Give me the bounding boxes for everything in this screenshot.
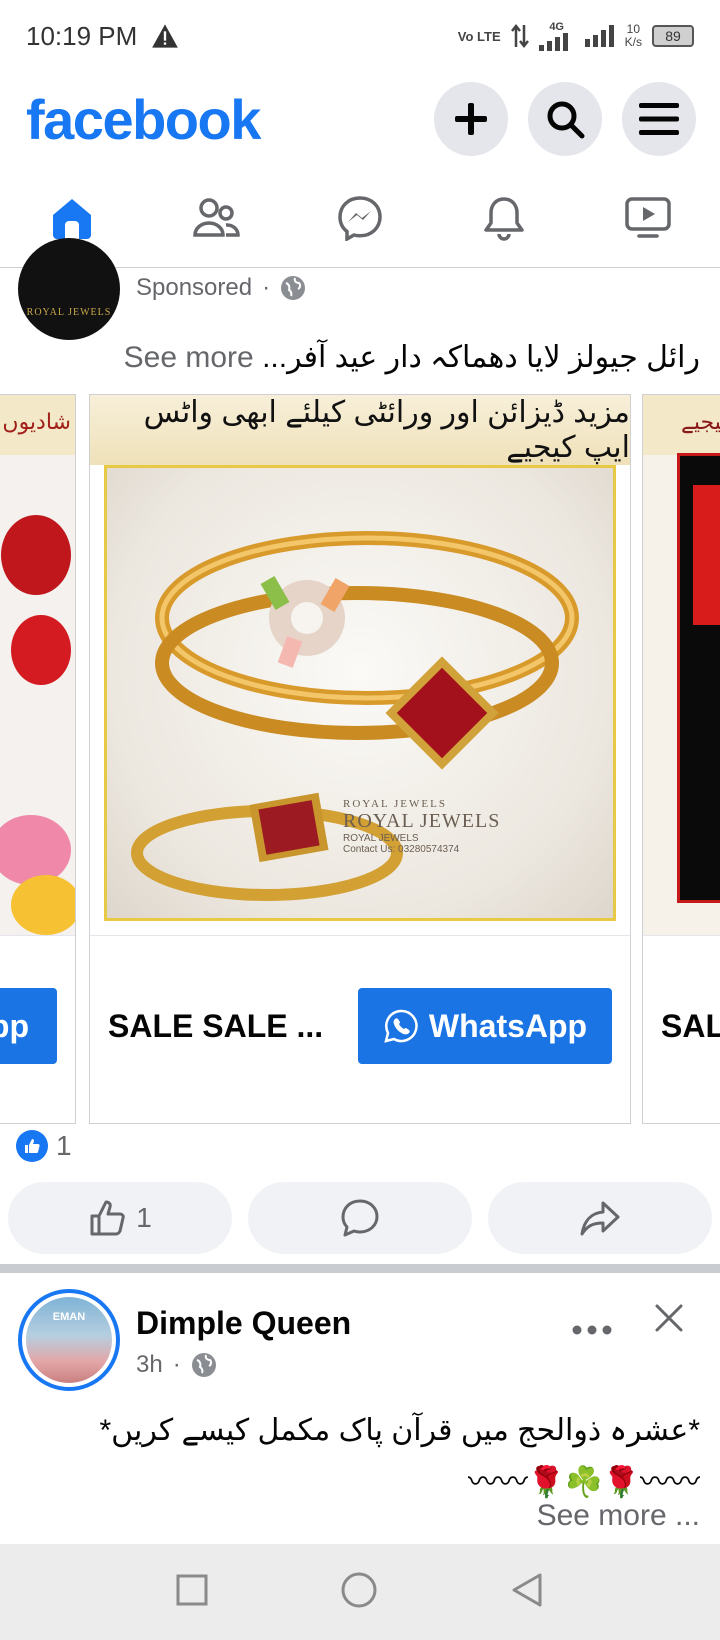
comment-icon	[341, 1199, 379, 1237]
globe-icon	[191, 1353, 216, 1377]
post-text: رائل جیولز لایا دھماکہ دار عید آفر... Se…	[123, 341, 700, 374]
flower-decoration	[1, 515, 71, 595]
messenger-icon	[338, 195, 382, 241]
data-arrows-icon	[510, 23, 529, 49]
emoji-line: 〰〰🌹☘️🌹〰〰	[467, 1466, 700, 1499]
jewelry-photo: ROYAL JEWELS ROYAL JEWELS ROYAL JEWELS C…	[104, 465, 616, 921]
close-icon	[655, 1304, 683, 1332]
watermark: ROYAL JEWELS ROYAL JEWELS ROYAL JEWELS C…	[343, 798, 501, 855]
post-separator	[0, 1264, 720, 1273]
like-reaction-icon	[16, 1130, 48, 1162]
carousel-card-main[interactable]: مزید ڈیزائن اور ورائٹی کیلئے ابھی واٹس ا…	[89, 394, 631, 1124]
card-title-next: SAL	[661, 1008, 720, 1044]
author-avatar[interactable]: EMAN	[18, 1289, 120, 1391]
home-icon	[53, 198, 91, 239]
signal-icon-2	[584, 25, 614, 47]
status-bar: 10:19 PM Vo LTE 4G 10 K/s 89	[0, 0, 720, 72]
bell-icon	[484, 196, 524, 241]
page-avatar[interactable]: ROYAL JEWELS	[18, 238, 120, 340]
whatsapp-icon	[384, 1009, 418, 1043]
post-time: 3h	[136, 1351, 163, 1378]
post-meta: 3h ·	[136, 1351, 217, 1379]
see-more-link[interactable]: See more	[124, 341, 254, 374]
nav-tabs	[0, 168, 720, 268]
signal-icon	[538, 33, 568, 51]
system-navigation-bar	[0, 1544, 720, 1640]
reaction-summary[interactable]: 1	[16, 1130, 72, 1162]
whatsapp-button-prev[interactable]: pp	[0, 988, 57, 1064]
volte-indicator: Vo LTE	[457, 28, 501, 44]
search-icon	[547, 101, 585, 139]
more-options-button[interactable]	[572, 1309, 612, 1343]
share-icon	[580, 1201, 620, 1236]
network-type: 4G	[549, 21, 564, 33]
see-more-link[interactable]: See more ...	[537, 1499, 700, 1533]
sponsored-label: Sponsored	[136, 274, 253, 301]
author-name[interactable]: Dimple Queen	[136, 1305, 351, 1342]
clock: 10:19 PM	[26, 20, 138, 51]
card-image: کیجیے	[643, 395, 720, 935]
post-meta: Sponsored ·	[136, 274, 306, 302]
card-image: مزید ڈیزائن اور ورائٹی کیلئے ابھی واٹس ا…	[90, 395, 630, 935]
network-speed: 10 K/s	[624, 22, 642, 49]
tab-friends[interactable]	[166, 178, 266, 258]
create-button[interactable]	[434, 82, 508, 156]
card-banner: مزید ڈیزائن اور ورائٹی کیلئے ابھی واٹس ا…	[90, 395, 630, 465]
more-icon	[572, 1325, 612, 1335]
battery-indicator: 89	[652, 25, 694, 47]
tab-video[interactable]	[598, 178, 698, 258]
flower-decoration	[11, 875, 75, 935]
facebook-logo[interactable]: facebook	[26, 87, 261, 152]
circle-icon	[341, 1572, 377, 1607]
tab-messenger[interactable]	[310, 178, 410, 258]
whatsapp-button[interactable]: WhatsApp	[358, 988, 612, 1064]
friends-icon	[193, 197, 240, 237]
menu-icon	[639, 103, 679, 135]
carousel-card-prev[interactable]: شادیوں کے pp	[0, 394, 76, 1124]
search-button[interactable]	[528, 82, 602, 156]
product-box-inner	[693, 485, 720, 625]
ad-carousel[interactable]: شادیوں کے pp مزید ڈیزائن اور ورائٹی کیلئ…	[0, 394, 720, 1124]
like-button[interactable]: 1	[8, 1182, 232, 1254]
card-banner: کیجیے	[681, 409, 720, 434]
home-button[interactable]	[340, 1571, 378, 1614]
tab-notifications[interactable]	[454, 178, 554, 258]
hide-post-button[interactable]	[654, 1303, 684, 1338]
app-header: facebook	[0, 72, 720, 166]
flower-decoration	[11, 615, 71, 685]
back-button[interactable]	[510, 1572, 544, 1613]
video-icon	[625, 196, 671, 238]
post-actions: 1	[8, 1182, 712, 1254]
globe-icon	[281, 276, 306, 300]
card-title: SALE SALE ...	[108, 1008, 324, 1044]
card-banner: شادیوں کے	[0, 409, 71, 434]
triangle-back-icon	[512, 1573, 542, 1606]
flower-decoration	[0, 815, 71, 885]
square-icon	[176, 1574, 208, 1605]
carousel-card-next[interactable]: کیجیے SAL	[642, 394, 720, 1124]
comment-button[interactable]	[248, 1182, 472, 1254]
menu-button[interactable]	[622, 82, 696, 156]
thumbs-up-icon	[90, 1200, 125, 1236]
reaction-count: 1	[56, 1130, 72, 1161]
post-text: *عشرہ ذوالحج میں قرآن پاک مکمل کیسے کریں…	[99, 1414, 701, 1447]
feed-post: EMAN Dimple Queen 3h · *عشرہ ذوالحج میں …	[0, 1273, 720, 1543]
plus-icon	[455, 103, 487, 135]
warning-icon	[152, 24, 179, 48]
share-button[interactable]	[488, 1182, 712, 1254]
like-count: 1	[136, 1202, 152, 1233]
card-image: شادیوں کے	[0, 395, 75, 935]
recents-button[interactable]	[176, 1574, 208, 1611]
